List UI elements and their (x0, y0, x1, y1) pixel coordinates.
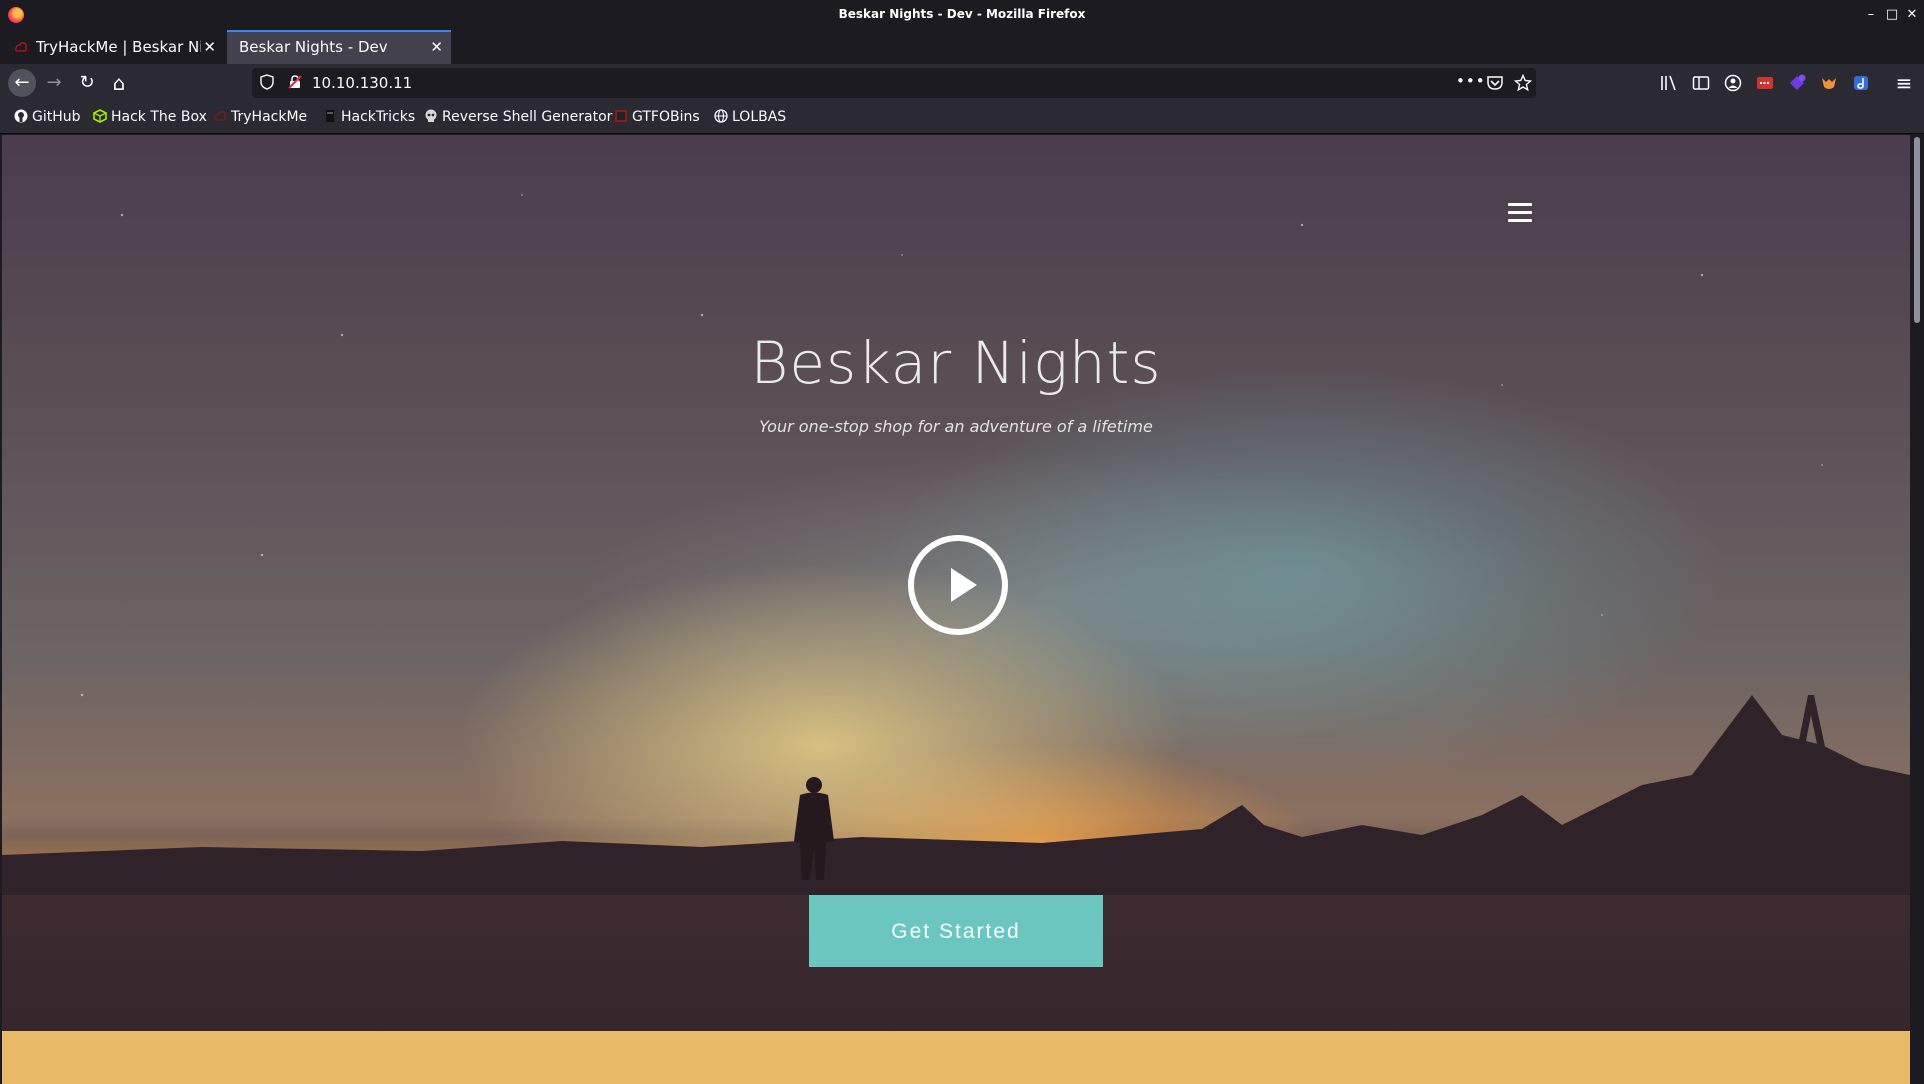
reload-button[interactable]: ↻ (73, 69, 101, 97)
bookmark-hacktricks[interactable]: HackTricks (323, 109, 415, 125)
insecure-lock-icon[interactable] (288, 75, 302, 89)
navigation-toolbar: ← → ↻ ⌂ 10.10.130.11 ••• ≡ (0, 64, 1924, 102)
globe-icon (714, 109, 728, 123)
bookmark-label: HackTricks (341, 109, 416, 125)
bookmark-label: GitHub (32, 109, 81, 125)
page-actions-menu-icon[interactable]: ••• (1456, 72, 1486, 90)
url-bar[interactable]: 10.10.130.11 ••• (252, 68, 1536, 98)
window-titlebar: Beskar Nights - Dev - Mozilla Firefox – … (0, 0, 1924, 30)
menu-hamburger-icon[interactable] (1508, 203, 1532, 223)
app-menu-button[interactable]: ≡ (1890, 69, 1918, 97)
extension-purple-badge-icon[interactable] (1788, 74, 1806, 92)
bookmark-label: Hack The Box (111, 109, 207, 125)
close-window-button[interactable]: ✕ (1903, 5, 1921, 25)
yellow-section-band (2, 1031, 1910, 1084)
page-scrollbar[interactable] (1910, 135, 1924, 1084)
tab-beskar-nights[interactable]: Beskar Nights - Dev ✕ (227, 30, 451, 64)
tab-tryhackme[interactable]: TryHackMe | Beskar Nigh ✕ (2, 30, 224, 64)
bookmark-gtfobins[interactable]: GTFOBins (614, 109, 700, 125)
bookmark-label: Reverse Shell Generator (442, 109, 613, 125)
hero-subtitle: Your one-stop shop for an adventure of a… (759, 417, 1153, 436)
window-title: Beskar Nights - Dev - Mozilla Firefox (838, 7, 1086, 21)
skull-icon (425, 109, 437, 122)
bookmark-github[interactable]: GitHub (14, 109, 81, 125)
forward-button[interactable]: → (40, 69, 68, 97)
htb-icon (93, 109, 107, 123)
bookmark-lolbas[interactable]: LOLBAS (714, 109, 786, 125)
maximize-button[interactable]: □ (1883, 5, 1901, 25)
pocket-icon[interactable] (1486, 74, 1504, 92)
bookmark-label: LOLBAS (732, 109, 787, 125)
url-text[interactable]: 10.10.130.11 (312, 74, 412, 92)
scrollbar-thumb[interactable] (1914, 137, 1920, 323)
bookmark-label: TryHackMe (231, 109, 308, 125)
tab-strip: TryHackMe | Beskar Nigh ✕ Beskar Nights … (0, 30, 1924, 88)
minimize-button[interactable]: – (1862, 5, 1880, 25)
bookmark-tryhackme[interactable]: TryHackMe (213, 109, 307, 125)
sidebar-icon[interactable] (1692, 74, 1710, 92)
bookmark-hack-the-box[interactable]: Hack The Box (93, 109, 207, 125)
extension-blue-icon[interactable] (1852, 74, 1870, 92)
library-icon[interactable] (1660, 74, 1678, 92)
github-icon (14, 109, 28, 123)
gtfobins-icon (615, 110, 627, 122)
extension-fox-icon[interactable] (1820, 74, 1838, 92)
close-tab-icon[interactable]: ✕ (203, 30, 216, 64)
account-icon[interactable] (1724, 74, 1742, 92)
tracking-protection-shield-icon[interactable] (260, 74, 274, 90)
bookmarks-toolbar: GitHub Hack The Box TryHackMe HackTricks… (0, 102, 1924, 134)
page-viewport: Beskar Nights Your one-stop shop for an … (2, 135, 1910, 1084)
back-button[interactable]: ← (8, 69, 36, 97)
extension-red-icon[interactable] (1756, 74, 1774, 92)
tryhackme-icon (214, 111, 226, 121)
play-video-icon[interactable] (908, 535, 1008, 635)
bookmark-reverse-shell-generator[interactable]: Reverse Shell Generator (424, 109, 612, 125)
hacktricks-icon (326, 110, 334, 122)
bookmark-label: GTFOBins (632, 109, 700, 125)
tryhackme-favicon-icon (15, 42, 27, 52)
get-started-button[interactable]: Get Started (809, 895, 1103, 967)
tab-label: TryHackMe | Beskar Nigh (36, 38, 201, 56)
home-button[interactable]: ⌂ (105, 69, 133, 97)
hero-title: Beskar Nights (750, 329, 1162, 397)
close-tab-icon[interactable]: ✕ (430, 32, 443, 63)
bookmark-star-icon[interactable] (1514, 74, 1532, 92)
tab-label: Beskar Nights - Dev (239, 38, 388, 56)
